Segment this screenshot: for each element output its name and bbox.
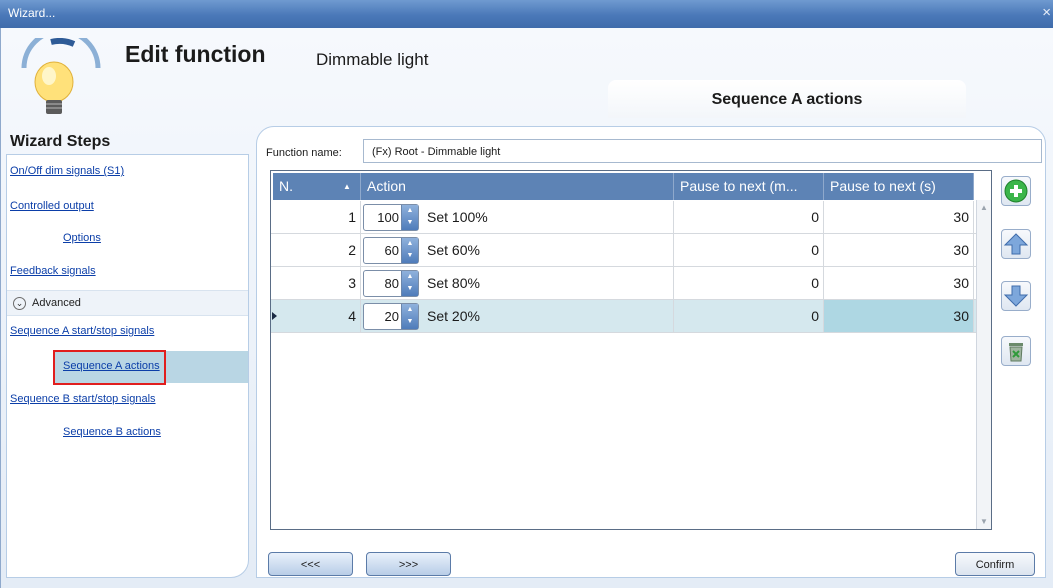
page-subtitle: Dimmable light	[316, 50, 429, 69]
action-cell: 60 ▲ ▼ Set 60%	[361, 234, 674, 266]
move-down-icon	[1003, 285, 1029, 307]
step-sequence-b-actions[interactable]: Sequence B actions	[63, 426, 161, 438]
sort-ascending-icon: ▲	[343, 182, 351, 191]
step-sequence-a-start-stop[interactable]: Sequence A start/stop signals	[10, 325, 154, 337]
row-number: 4	[273, 300, 361, 332]
action-label: Set 20%	[427, 308, 480, 324]
wizard-steps-panel: On/Off dim signals (S1) Controlled outpu…	[6, 154, 249, 578]
pause-minutes[interactable]: 0	[674, 267, 824, 299]
pause-seconds[interactable]: 30	[824, 300, 974, 332]
confirm-button[interactable]: Confirm	[955, 552, 1035, 576]
function-name-label: Function name:	[266, 147, 342, 159]
scroll-up-icon[interactable]: ▲	[980, 203, 988, 212]
delete-icon	[1009, 343, 1023, 362]
wizard-steps-title: Wizard Steps	[10, 133, 111, 150]
level-spinner[interactable]: 60 ▲ ▼	[363, 237, 419, 264]
pause-minutes[interactable]: 0	[674, 300, 824, 332]
column-header-n[interactable]: N. ▲	[273, 173, 361, 200]
next-button[interactable]: >>>	[366, 552, 451, 576]
lightbulb-icon	[21, 38, 101, 114]
pause-minutes[interactable]: 0	[674, 201, 824, 233]
step-feedback-signals[interactable]: Feedback signals	[10, 265, 96, 277]
add-button[interactable]	[1001, 176, 1031, 206]
close-icon[interactable]: ×	[1042, 4, 1051, 21]
spinner-arrows-icon[interactable]: ▲ ▼	[401, 205, 418, 230]
level-spinner[interactable]: 80 ▲ ▼	[363, 270, 419, 297]
level-value: 80	[384, 276, 399, 291]
move-up-icon	[1003, 233, 1029, 255]
add-icon	[1004, 179, 1028, 203]
title-bar: Wizard... ×	[0, 0, 1053, 28]
vertical-scrollbar[interactable]: ▲ ▼	[976, 200, 991, 529]
highlight-box	[53, 350, 166, 385]
previous-button[interactable]: <<<	[268, 552, 353, 576]
step-controlled-output[interactable]: Controlled output	[10, 200, 94, 212]
actions-grid: N. ▲ Action Pause to next (m... Pause to…	[270, 170, 992, 530]
level-value: 20	[384, 309, 399, 324]
row-number: 3	[273, 267, 361, 299]
action-cell: 20 ▲ ▼ Set 20%	[361, 300, 674, 332]
spinner-arrows-icon[interactable]: ▲ ▼	[401, 304, 418, 329]
spinner-arrows-icon[interactable]: ▲ ▼	[401, 238, 418, 263]
table-row[interactable]: 1 100 ▲ ▼ Set 100% 0 30	[271, 201, 976, 234]
step-sequence-b-start-stop[interactable]: Sequence B start/stop signals	[10, 393, 156, 405]
column-n-label: N.	[279, 178, 293, 194]
action-label: Set 100%	[427, 209, 488, 225]
table-row[interactable]: 3 80 ▲ ▼ Set 80% 0 30	[271, 267, 976, 300]
function-name-input[interactable]: (Fx) Root - Dimmable light	[363, 139, 1042, 163]
move-down-button[interactable]	[1001, 281, 1031, 311]
step-on-off-dim-signals[interactable]: On/Off dim signals (S1)	[10, 165, 124, 177]
delete-button[interactable]	[1001, 336, 1031, 366]
spinner-arrows-icon[interactable]: ▲ ▼	[401, 271, 418, 296]
pause-seconds[interactable]: 30	[824, 201, 974, 233]
row-number: 2	[273, 234, 361, 266]
action-cell: 100 ▲ ▼ Set 100%	[361, 201, 674, 233]
advanced-section-toggle[interactable]: ⌄ Advanced	[7, 290, 248, 316]
scroll-down-icon[interactable]: ▼	[980, 517, 988, 526]
advanced-label: Advanced	[32, 297, 81, 309]
page-title: Edit function	[125, 41, 266, 67]
action-label: Set 60%	[427, 242, 480, 258]
table-row-selected[interactable]: 4 20 ▲ ▼ Set 20% 0 30	[271, 300, 976, 333]
pause-seconds[interactable]: 30	[824, 267, 974, 299]
level-value: 60	[384, 243, 399, 258]
row-number: 1	[273, 201, 361, 233]
level-spinner[interactable]: 100 ▲ ▼	[363, 204, 419, 231]
column-header-pause-m[interactable]: Pause to next (m...	[674, 173, 824, 200]
chevron-down-icon: ⌄	[13, 297, 26, 310]
pause-minutes[interactable]: 0	[674, 234, 824, 266]
table-row[interactable]: 2 60 ▲ ▼ Set 60% 0 30	[271, 234, 976, 267]
action-label: Set 80%	[427, 275, 480, 291]
step-options[interactable]: Options	[63, 232, 101, 244]
level-value: 100	[377, 210, 399, 225]
level-spinner[interactable]: 20 ▲ ▼	[363, 303, 419, 330]
move-up-button[interactable]	[1001, 229, 1031, 259]
column-header-action[interactable]: Action	[361, 173, 674, 200]
action-cell: 80 ▲ ▼ Set 80%	[361, 267, 674, 299]
pause-seconds[interactable]: 30	[824, 234, 974, 266]
column-header-pause-s[interactable]: Pause to next (s)	[824, 173, 974, 200]
window-title: Wizard...	[8, 6, 56, 20]
tab-sequence-a-actions[interactable]: Sequence A actions	[608, 80, 966, 118]
